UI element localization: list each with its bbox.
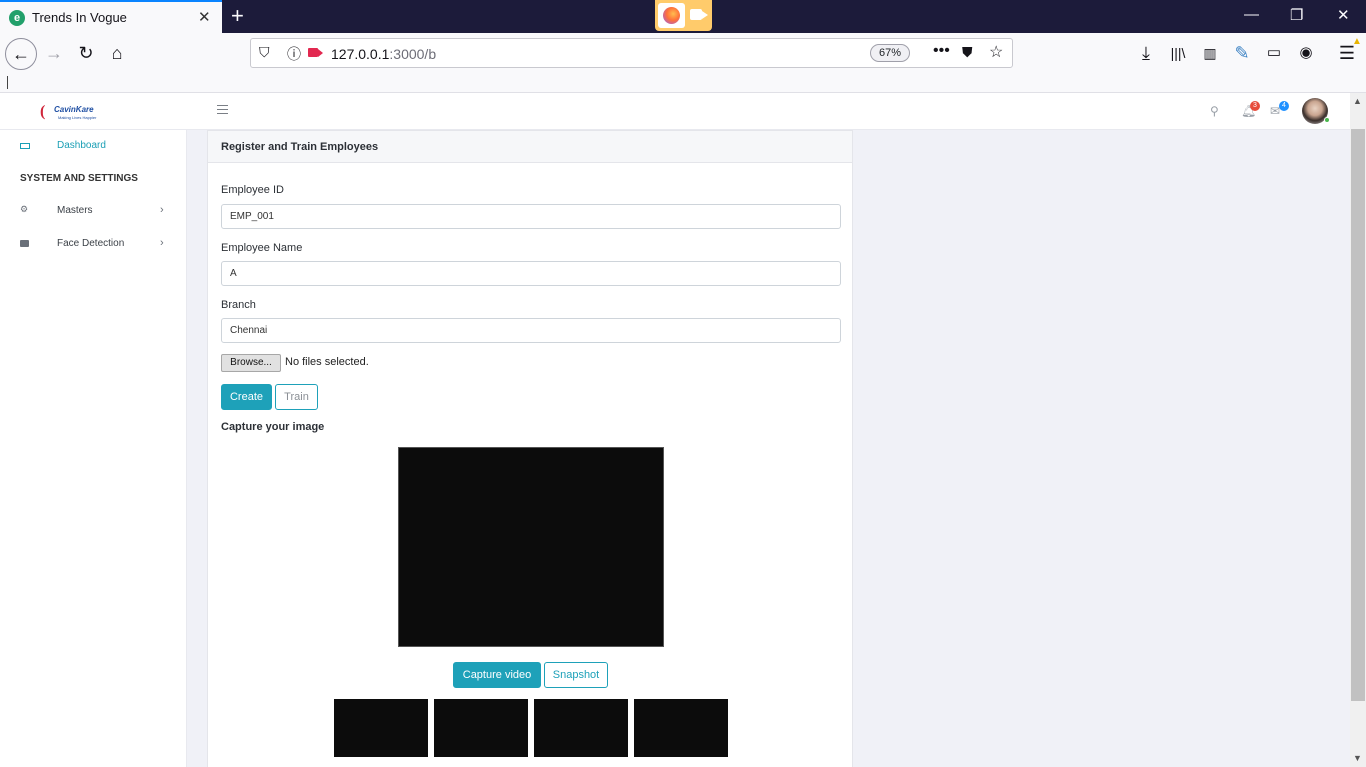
url-bar[interactable]: ⛉ ⓘ 127.0.0.1:3000/b 67% ••• ⛊ ☆	[250, 38, 1013, 68]
employee-name-input[interactable]	[221, 261, 841, 286]
capture-video-button[interactable]: Capture video	[453, 662, 541, 688]
employee-id-label: Employee ID	[221, 184, 284, 196]
sidebar-item-dashboard[interactable]: Dashboard	[0, 135, 187, 159]
restore-icon[interactable]: ❐	[1290, 6, 1303, 24]
company-logo[interactable]: ( CavinKare Making Lives Happier	[40, 102, 98, 122]
app-header: ( CavinKare Making Lives Happier ⚲ 🔔︎ 3 …	[0, 93, 1350, 130]
notification-count-badge: 3	[1250, 101, 1260, 111]
info-icon[interactable]: ⓘ	[287, 44, 301, 64]
camera-icon	[20, 240, 29, 247]
browser-tab[interactable]: e Trends In Vogue ✕	[0, 0, 222, 33]
capture-heading: Capture your image	[221, 421, 325, 433]
site-favicon-icon: e	[9, 10, 25, 26]
scroll-down-icon[interactable]: ▼	[1353, 753, 1362, 763]
pocket-icon[interactable]: ⛊	[962, 44, 973, 61]
app-page: ( CavinKare Making Lives Happier ⚲ 🔔︎ 3 …	[0, 93, 1350, 767]
snapshot-thumbnail	[634, 699, 728, 757]
sharing-indicator[interactable]	[655, 0, 712, 31]
snapshot-thumbnail	[534, 699, 628, 757]
scrollbar-thumb[interactable]	[1351, 129, 1365, 701]
library-icon[interactable]: |||\	[1164, 41, 1192, 65]
create-button[interactable]: Create	[221, 384, 272, 410]
tab-title: Trends In Vogue	[32, 10, 127, 25]
back-icon[interactable]: ←	[5, 38, 37, 70]
download-icon[interactable]: ⤓	[1132, 41, 1160, 65]
message-count-badge: 4	[1279, 101, 1289, 111]
video-preview	[398, 447, 664, 647]
sidebar-item-masters[interactable]: ⚙ Masters ›	[0, 200, 187, 224]
branch-input[interactable]	[221, 318, 841, 343]
employee-name-label: Employee Name	[221, 242, 303, 254]
tab-strip: e Trends In Vogue ✕ + — ❐ ✕	[0, 0, 1366, 33]
url-text[interactable]: 127.0.0.1:3000/b	[331, 46, 436, 62]
more-icon[interactable]: •••	[933, 42, 950, 60]
new-tab-icon[interactable]: +	[231, 3, 244, 29]
sidebar: Dashboard SYSTEM AND SETTINGS ⚙ Masters …	[0, 130, 187, 767]
chevron-right-icon: ›	[160, 237, 164, 249]
account-icon[interactable]: ◉	[1292, 41, 1320, 65]
container-icon[interactable]: ▭	[1260, 41, 1288, 65]
sidebar-icon[interactable]: ▥	[1196, 41, 1224, 65]
snapshot-thumbnail	[434, 699, 528, 757]
zoom-level-badge[interactable]: 67%	[870, 44, 910, 62]
bookmarks-bar	[0, 74, 1366, 93]
chevron-right-icon: ›	[160, 204, 164, 216]
minimize-icon[interactable]: —	[1244, 6, 1259, 23]
forward-icon[interactable]: →	[40, 41, 68, 65]
employee-id-input[interactable]	[221, 204, 841, 229]
train-button[interactable]: Train	[275, 384, 318, 410]
sidebar-toggle-icon[interactable]	[217, 105, 228, 114]
update-warning-icon: ▲	[1352, 36, 1362, 47]
snapshot-button[interactable]: Snapshot	[544, 662, 608, 688]
bookmark-star-icon[interactable]: ☆	[989, 42, 1003, 62]
snapshot-thumbnail	[334, 699, 428, 757]
reload-icon[interactable]: ↻	[72, 41, 100, 65]
tab-close-icon[interactable]: ✕	[198, 8, 211, 26]
sidebar-section-heading: SYSTEM AND SETTINGS	[20, 173, 138, 184]
search-icon[interactable]: ⚲	[1210, 104, 1219, 118]
card-header: Register and Train Employees	[208, 131, 852, 163]
file-status-text: No files selected.	[285, 356, 369, 368]
online-status-dot	[1324, 117, 1330, 123]
camera-permission-icon[interactable]	[308, 48, 323, 57]
scroll-up-icon[interactable]: ▲	[1353, 96, 1362, 106]
branch-label: Branch	[221, 299, 256, 311]
extension-icon[interactable]: ✎	[1228, 41, 1256, 65]
home-icon[interactable]: ⌂	[103, 41, 131, 65]
gears-icon: ⚙	[20, 204, 29, 214]
browse-file-button[interactable]: Browse...	[221, 354, 281, 372]
shield-icon[interactable]: ⛉	[259, 44, 270, 61]
camera-sharing-icon	[690, 9, 708, 20]
sidebar-item-face-detection[interactable]: Face Detection ›	[0, 233, 187, 257]
firefox-icon	[658, 3, 685, 28]
laptop-icon	[20, 143, 30, 149]
navigation-toolbar: ← → ↻ ⌂ ⛉ ⓘ 127.0.0.1:3000/b 67% ••• ⛊ ☆…	[0, 33, 1366, 74]
register-train-card: Register and Train Employees Employee ID…	[207, 130, 853, 767]
window-close-icon[interactable]: ✕	[1337, 6, 1350, 24]
page-title: Register and Train Employees	[221, 141, 379, 153]
